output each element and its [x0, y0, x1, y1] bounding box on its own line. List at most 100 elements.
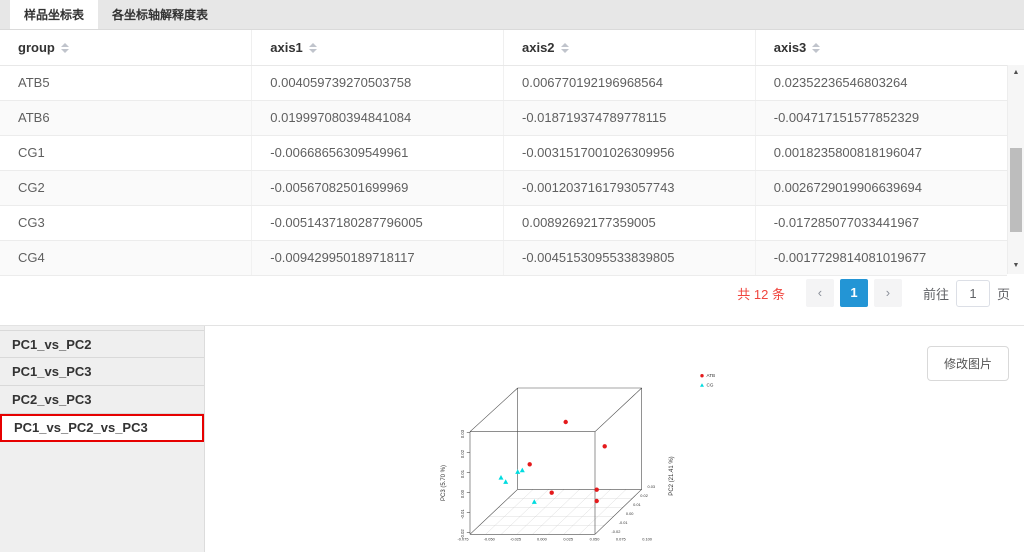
- table-row: CG2-0.00567082501699969-0.00120371617930…: [0, 170, 1007, 205]
- jump-prefix-label: 前往: [923, 284, 949, 303]
- svg-text:0.02: 0.02: [460, 449, 465, 458]
- table-row: CG3-0.00514371802877960050.0089269217735…: [0, 205, 1007, 240]
- plot-list-item[interactable]: PC1_vs_PC2_vs_PC3: [0, 414, 204, 442]
- plot-list-item[interactable]: PC1_vs_PC2: [0, 330, 204, 358]
- svg-text:0.025: 0.025: [563, 537, 573, 542]
- data-point-ATB: [564, 420, 568, 424]
- column-header-axis3[interactable]: axis3: [755, 30, 1007, 65]
- sample-coordinate-table: group axis1 axis2 axis3 ATB50.0040597392705…: [0, 30, 1007, 276]
- scrollbar-thumb[interactable]: [1010, 148, 1022, 232]
- prev-page-button[interactable]: ‹: [806, 279, 834, 307]
- svg-text:-0.02: -0.02: [612, 529, 621, 534]
- cell-axis1: -0.009429950189718117: [252, 240, 504, 275]
- column-label: group: [18, 40, 55, 55]
- cell-axis3: 0.0018235800818196047: [755, 135, 1007, 170]
- data-point-ATB: [603, 444, 607, 448]
- legend-label: ATB: [707, 373, 716, 378]
- cell-group: ATB6: [0, 100, 252, 135]
- plot-list-item[interactable]: PC1_vs_PC3: [0, 358, 204, 386]
- svg-text:0.01: 0.01: [633, 502, 641, 507]
- column-header-axis1[interactable]: axis1: [252, 30, 504, 65]
- tab-bar: 样品坐标表 各坐标轴解释度表: [0, 0, 1024, 30]
- plot-section: PC1_vs_PC2PC1_vs_PC3PC2_vs_PC3PC1_vs_PC2…: [0, 325, 1024, 552]
- next-page-button[interactable]: ›: [874, 279, 902, 307]
- data-point-CG: [520, 468, 525, 473]
- table-row: CG4-0.009429950189718117-0.0045153095533…: [0, 240, 1007, 275]
- sample-coordinate-table-area: group axis1 axis2 axis3 ATB50.0040597392705…: [0, 30, 1024, 276]
- svg-text:-0.050: -0.050: [484, 537, 496, 542]
- cell-axis1: -0.00567082501699969: [252, 170, 504, 205]
- cell-axis1: 0.004059739270503758: [252, 65, 504, 100]
- cell-axis2: -0.0031517001026309956: [504, 135, 756, 170]
- column-label: axis1: [270, 40, 303, 55]
- chart-panel: 修改图片 0.030.020.010.00-0.01-0.02-0.075-0.…: [205, 326, 1024, 552]
- svg-text:0.03: 0.03: [648, 484, 656, 489]
- sort-icon[interactable]: [812, 43, 820, 53]
- svg-text:0.050: 0.050: [590, 537, 601, 542]
- table-row: ATB60.019997080394841084-0.0187193747897…: [0, 100, 1007, 135]
- svg-text:0.02: 0.02: [640, 493, 648, 498]
- table-scrollbar[interactable]: ▲ ▼: [1007, 65, 1024, 274]
- sort-icon[interactable]: [561, 43, 569, 53]
- cell-group: CG4: [0, 240, 252, 275]
- column-label: axis2: [522, 40, 555, 55]
- svg-text:-0.01: -0.01: [619, 520, 628, 525]
- cell-group: CG2: [0, 170, 252, 205]
- data-point-CG: [499, 475, 504, 480]
- total-count: 共 12 条: [737, 284, 785, 303]
- cell-axis3: -0.004717151577852329: [755, 100, 1007, 135]
- svg-text:0.100: 0.100: [642, 537, 653, 542]
- cell-axis3: -0.017285077033441967: [755, 205, 1007, 240]
- scroll-up-icon[interactable]: ▲: [1008, 65, 1024, 81]
- table-row: CG1-0.00668656309549961-0.00315170010263…: [0, 135, 1007, 170]
- plot-list-item[interactable]: PC2_vs_PC3: [0, 386, 204, 414]
- svg-text:-0.075: -0.075: [457, 537, 468, 542]
- scroll-down-icon[interactable]: ▼: [1008, 258, 1024, 274]
- data-point-ATB: [550, 491, 554, 495]
- cell-group: CG3: [0, 205, 252, 240]
- page-1-button[interactable]: 1: [840, 279, 868, 307]
- svg-text:0.00: 0.00: [626, 511, 634, 516]
- cell-axis2: -0.0045153095533839805: [504, 240, 756, 275]
- column-header-group[interactable]: group: [0, 30, 252, 65]
- legend-CG-icon: [700, 383, 704, 386]
- sort-icon[interactable]: [309, 43, 317, 53]
- cell-axis3: 0.0026729019906639694: [755, 170, 1007, 205]
- svg-text:0.00: 0.00: [460, 489, 465, 498]
- cell-group: ATB5: [0, 65, 252, 100]
- z-axis-label: PC3 (5.70 %): [441, 465, 447, 501]
- cell-axis1: -0.00668656309549961: [252, 135, 504, 170]
- data-point-CG: [503, 479, 508, 484]
- column-header-axis2[interactable]: axis2: [504, 30, 756, 65]
- svg-text:-0.025: -0.025: [510, 537, 521, 542]
- data-point-ATB: [595, 499, 599, 503]
- y-axis-label: PC2 (21.41 %): [669, 456, 675, 495]
- data-point-ATB: [595, 488, 599, 492]
- tab-sample-coordinates[interactable]: 样品坐标表: [10, 0, 98, 29]
- legend-label: CG: [707, 383, 714, 388]
- cell-axis3: 0.02352236546803264: [755, 65, 1007, 100]
- edit-image-button[interactable]: 修改图片: [927, 346, 1009, 381]
- page-jump: 前往 页: [923, 280, 1010, 307]
- data-point-CG: [532, 499, 537, 504]
- legend-ATB-icon: [700, 374, 703, 377]
- cell-axis2: -0.0012037161793057743: [504, 170, 756, 205]
- svg-text:0.000: 0.000: [537, 537, 548, 542]
- cell-axis2: 0.00892692177359005: [504, 205, 756, 240]
- table-row: ATB50.0040597392705037580.00677019219696…: [0, 65, 1007, 100]
- cell-axis1: -0.0051437180287796005: [252, 205, 504, 240]
- cell-axis2: -0.018719374789778115: [504, 100, 756, 135]
- page-jump-input[interactable]: [956, 280, 990, 307]
- cell-axis1: 0.019997080394841084: [252, 100, 504, 135]
- pca-3d-scatter-plot: 0.030.020.010.00-0.01-0.02-0.075-0.050-0…: [430, 361, 730, 552]
- cell-group: CG1: [0, 135, 252, 170]
- tab-axis-explanation[interactable]: 各坐标轴解释度表: [98, 0, 222, 29]
- cell-axis2: 0.006770192196968564: [504, 65, 756, 100]
- pagination-bar: 共 12 条 ‹ 1 › 前往 页: [0, 276, 1024, 311]
- svg-text:0.01: 0.01: [460, 469, 465, 478]
- column-label: axis3: [774, 40, 807, 55]
- data-point-ATB: [528, 462, 532, 466]
- svg-text:-0.01: -0.01: [460, 509, 465, 519]
- sort-icon[interactable]: [61, 43, 69, 53]
- svg-text:0.03: 0.03: [460, 429, 465, 438]
